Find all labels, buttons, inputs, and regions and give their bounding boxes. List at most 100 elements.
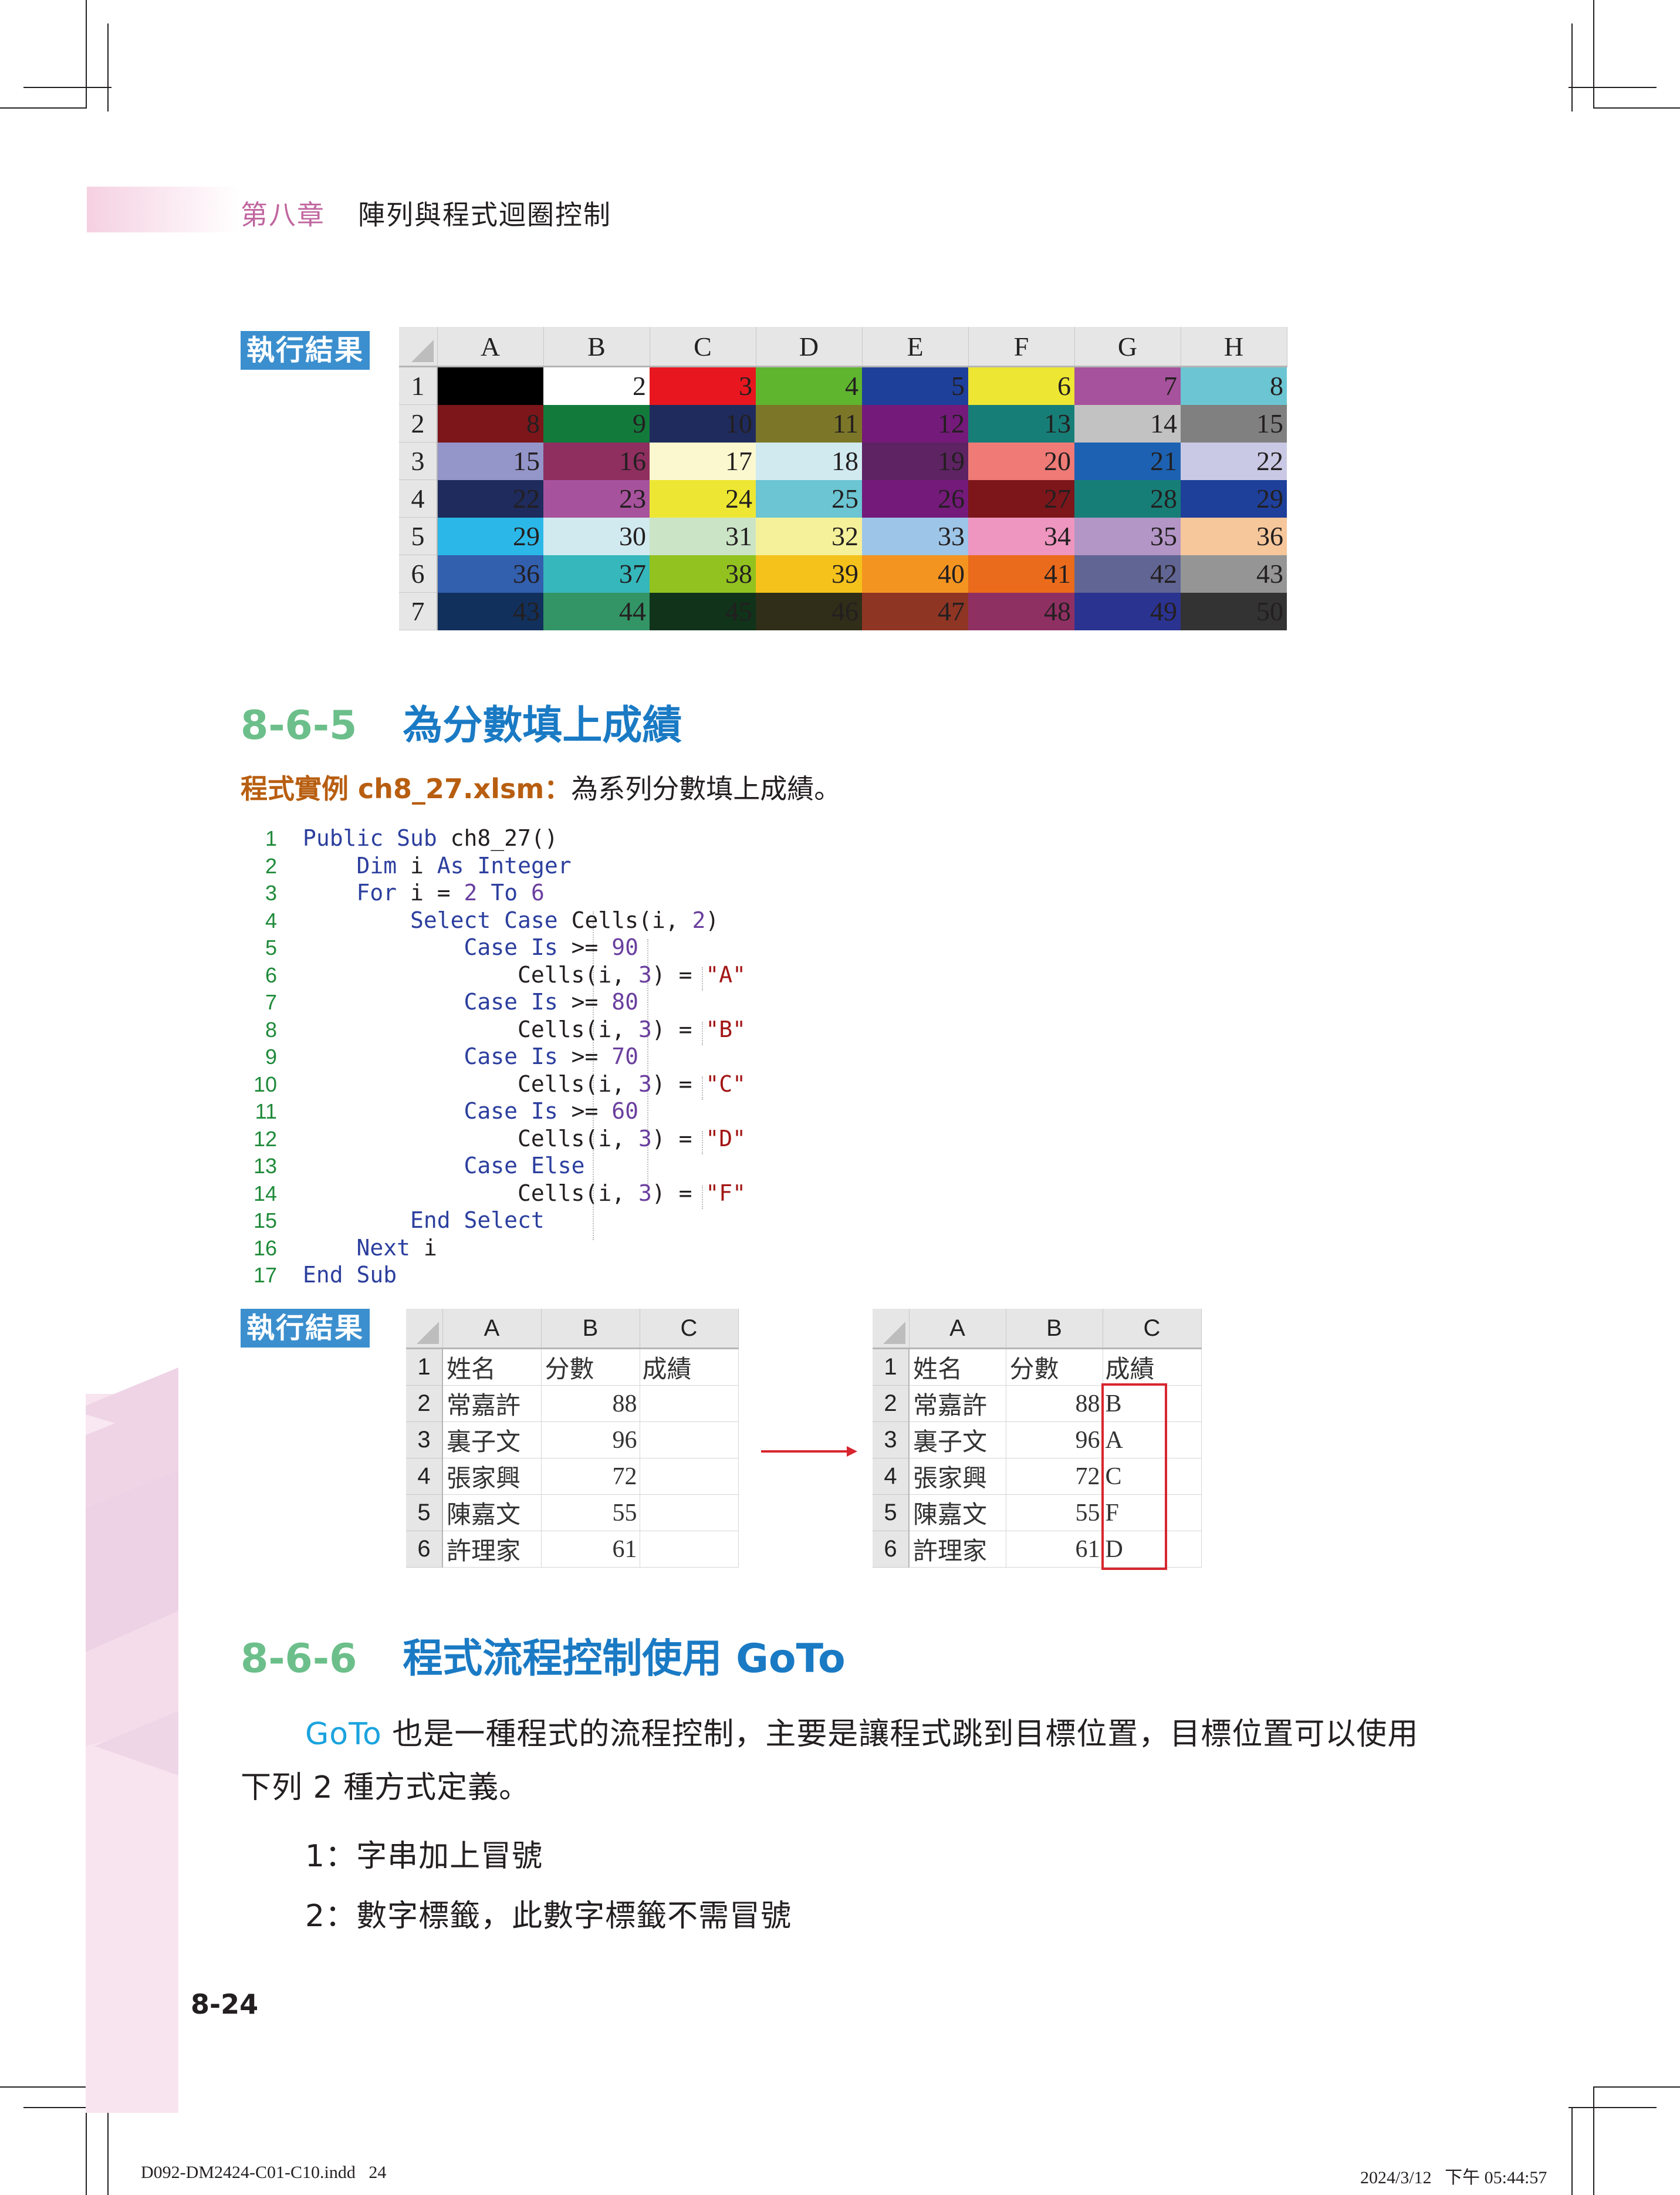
column-header[interactable]: H <box>1181 327 1287 367</box>
row-header[interactable]: 2 <box>406 1385 443 1422</box>
color-cell[interactable]: 3 <box>650 366 756 405</box>
color-cell[interactable]: 5 <box>862 366 968 405</box>
color-cell[interactable]: 41 <box>968 555 1074 593</box>
name-cell[interactable]: 裏子文 <box>909 1421 1006 1458</box>
color-cell[interactable]: 43 <box>437 592 543 630</box>
color-cell[interactable]: 28 <box>1074 479 1181 518</box>
row-header[interactable]: 1 <box>399 366 438 405</box>
score-cell[interactable]: 55 <box>1006 1494 1103 1531</box>
row-header[interactable]: 4 <box>406 1458 443 1495</box>
grade-cell[interactable] <box>640 1494 739 1531</box>
select-all-corner[interactable] <box>873 1309 910 1349</box>
color-cell[interactable]: 31 <box>650 517 756 555</box>
color-cell[interactable]: 35 <box>1074 517 1181 555</box>
color-cell[interactable]: 10 <box>650 404 756 443</box>
select-all-corner[interactable] <box>406 1309 443 1349</box>
name-cell[interactable]: 張家興 <box>909 1458 1006 1495</box>
score-cell[interactable]: 96 <box>541 1421 640 1458</box>
row-header[interactable]: 5 <box>873 1494 910 1531</box>
column-header[interactable]: A <box>437 327 544 367</box>
color-cell[interactable]: 12 <box>862 404 968 443</box>
color-cell[interactable]: 22 <box>1181 442 1287 480</box>
grade-cell[interactable] <box>640 1385 739 1422</box>
score-cell[interactable]: 分數 <box>541 1348 640 1386</box>
color-cell[interactable]: 36 <box>437 555 543 593</box>
color-cell[interactable]: 42 <box>1074 555 1181 593</box>
color-cell[interactable]: 8 <box>437 404 543 443</box>
color-cell[interactable]: 38 <box>650 555 756 593</box>
row-header[interactable]: 6 <box>873 1531 910 1568</box>
column-header[interactable]: A <box>909 1309 1006 1349</box>
color-cell[interactable]: 34 <box>968 517 1074 555</box>
score-cell[interactable]: 72 <box>1006 1458 1103 1495</box>
color-cell[interactable]: 22 <box>437 479 543 518</box>
column-header[interactable]: F <box>968 327 1075 367</box>
column-header[interactable]: G <box>1074 327 1181 367</box>
column-header[interactable]: C <box>650 327 756 367</box>
color-cell[interactable]: 30 <box>543 517 650 555</box>
score-cell[interactable]: 61 <box>541 1531 640 1568</box>
color-cell[interactable]: 4 <box>756 366 862 405</box>
color-cell[interactable]: 40 <box>862 555 968 593</box>
color-cell[interactable]: 26 <box>862 479 968 518</box>
grade-cell[interactable]: 成績 <box>1103 1348 1202 1386</box>
color-cell[interactable]: 37 <box>543 555 650 593</box>
name-cell[interactable]: 姓名 <box>442 1348 542 1386</box>
color-cell[interactable]: 6 <box>968 366 1074 405</box>
grade-cell[interactable] <box>640 1458 739 1495</box>
color-cell[interactable]: 29 <box>437 517 543 555</box>
color-cell[interactable]: 9 <box>543 404 650 443</box>
color-cell[interactable]: 15 <box>437 442 543 480</box>
row-header[interactable]: 4 <box>873 1458 910 1495</box>
score-cell[interactable]: 55 <box>541 1494 640 1531</box>
row-header[interactable]: 3 <box>873 1421 910 1458</box>
color-cell[interactable] <box>437 366 543 405</box>
grade-cell[interactable] <box>640 1531 739 1568</box>
row-header[interactable]: 4 <box>399 479 438 518</box>
row-header[interactable]: 2 <box>873 1385 910 1422</box>
color-cell[interactable]: 50 <box>1181 592 1287 630</box>
row-header[interactable]: 2 <box>399 404 438 443</box>
color-cell[interactable]: 17 <box>650 442 756 480</box>
score-cell[interactable]: 88 <box>541 1385 640 1422</box>
row-header[interactable]: 6 <box>406 1531 443 1568</box>
row-header[interactable]: 5 <box>406 1494 443 1531</box>
column-header[interactable]: E <box>862 327 969 367</box>
name-cell[interactable]: 陳嘉文 <box>442 1494 542 1531</box>
color-cell[interactable]: 16 <box>543 442 650 480</box>
column-header[interactable]: A <box>442 1309 542 1349</box>
color-cell[interactable]: 32 <box>756 517 862 555</box>
column-header[interactable]: C <box>640 1309 739 1349</box>
color-cell[interactable]: 45 <box>650 592 756 630</box>
name-cell[interactable]: 許理家 <box>909 1531 1006 1568</box>
select-all-corner[interactable] <box>399 327 438 367</box>
row-header[interactable]: 3 <box>406 1421 443 1458</box>
color-cell[interactable]: 8 <box>1181 366 1287 405</box>
column-header[interactable]: C <box>1103 1309 1202 1349</box>
color-cell[interactable]: 23 <box>543 479 650 518</box>
color-cell[interactable]: 24 <box>650 479 756 518</box>
name-cell[interactable]: 常嘉許 <box>442 1385 542 1422</box>
column-header[interactable]: B <box>541 1309 640 1349</box>
name-cell[interactable]: 裏子文 <box>442 1421 542 1458</box>
color-cell[interactable]: 7 <box>1074 366 1181 405</box>
color-cell[interactable]: 13 <box>968 404 1074 443</box>
color-cell[interactable]: 36 <box>1181 517 1287 555</box>
color-cell[interactable]: 43 <box>1181 555 1287 593</box>
score-cell[interactable]: 96 <box>1006 1421 1103 1458</box>
color-cell[interactable]: 19 <box>862 442 968 480</box>
color-cell[interactable]: 48 <box>968 592 1074 630</box>
color-cell[interactable]: 2 <box>543 366 650 405</box>
name-cell[interactable]: 陳嘉文 <box>909 1494 1006 1531</box>
color-cell[interactable]: 15 <box>1181 404 1287 443</box>
row-header[interactable]: 6 <box>399 555 438 593</box>
color-cell[interactable]: 47 <box>862 592 968 630</box>
name-cell[interactable]: 許理家 <box>442 1531 542 1568</box>
score-cell[interactable]: 88 <box>1006 1385 1103 1422</box>
row-header[interactable]: 5 <box>399 517 438 555</box>
color-cell[interactable]: 20 <box>968 442 1074 480</box>
color-cell[interactable]: 21 <box>1074 442 1181 480</box>
score-cell[interactable]: 分數 <box>1006 1348 1103 1386</box>
row-header[interactable]: 7 <box>399 592 438 630</box>
row-header[interactable]: 1 <box>873 1348 910 1386</box>
